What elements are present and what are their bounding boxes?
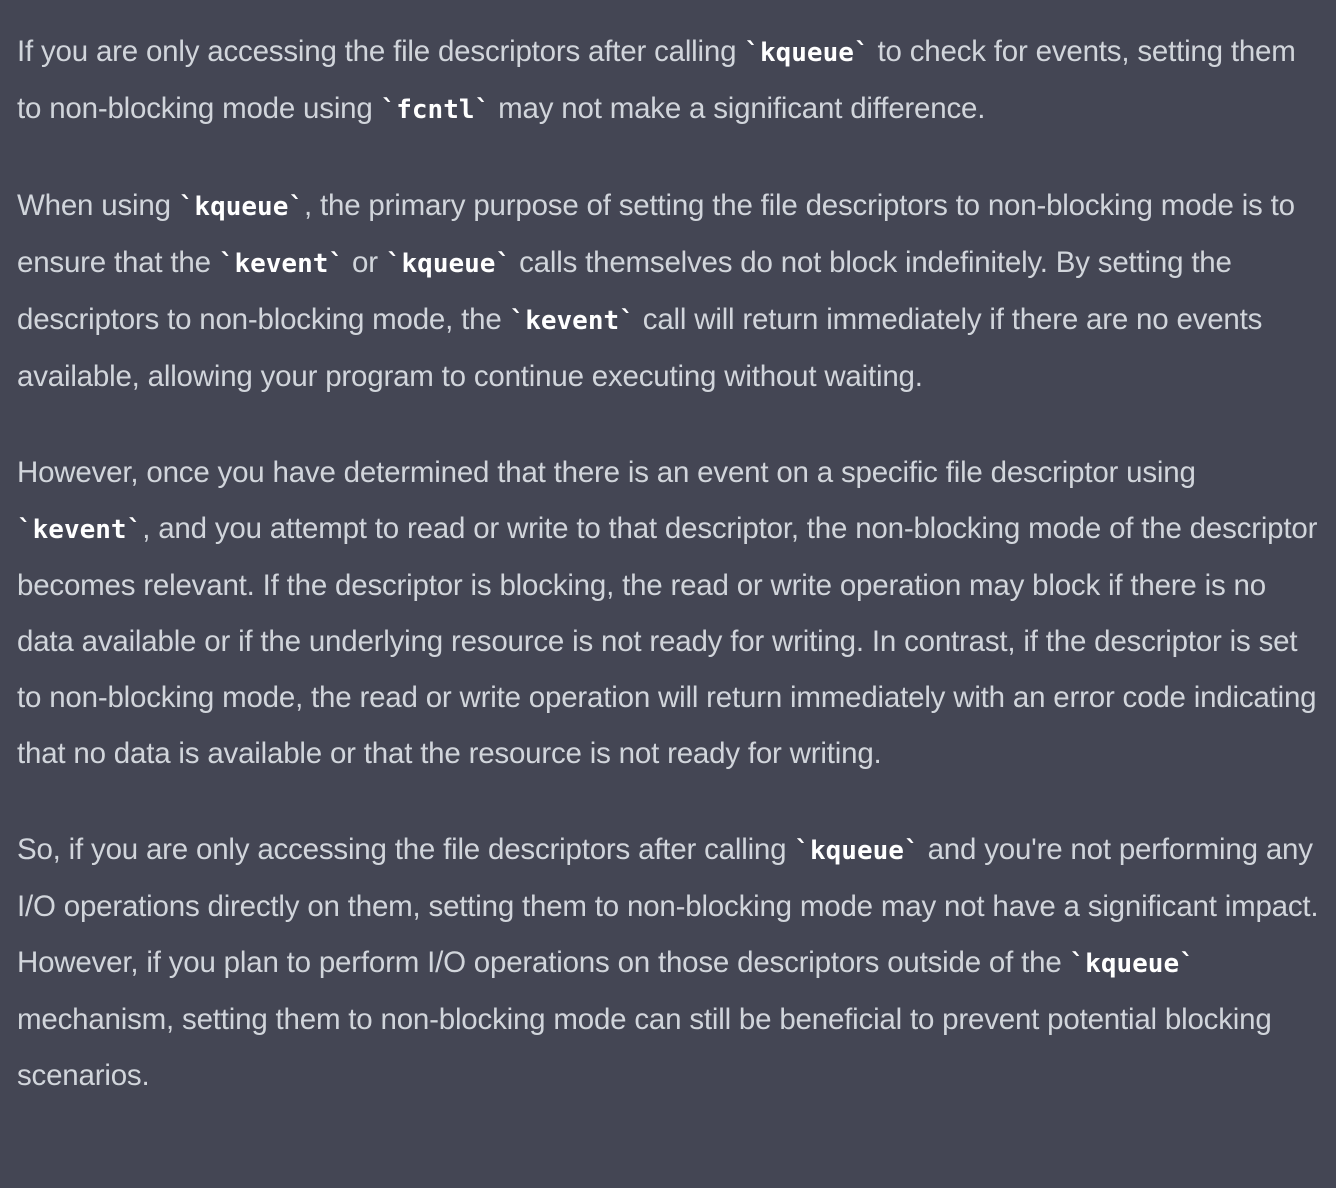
text-segment: However, once you have determined that t… <box>17 456 1196 489</box>
inline-code: `kevent` <box>218 249 345 279</box>
text-segment: , and you attempt to read or write to th… <box>17 512 1318 770</box>
paragraph-4: So, if you are only accessing the file d… <box>17 822 1320 1104</box>
assistant-message: If you are only accessing the file descr… <box>0 0 1336 1188</box>
inline-code: `kevent` <box>17 515 143 545</box>
inline-code: `kqueue` <box>794 836 920 866</box>
inline-code: `kqueue` <box>1069 949 1195 979</box>
inline-code: `kqueue` <box>385 249 512 279</box>
paragraph-3: However, once you have determined that t… <box>17 445 1320 782</box>
text-segment: When using <box>17 189 179 222</box>
inline-code: `kqueue` <box>178 192 305 222</box>
inline-code: `kevent` <box>509 306 635 336</box>
inline-code: `fcntl` <box>380 95 491 125</box>
inline-code: `kqueue` <box>744 38 870 68</box>
text-segment: may not make a significant difference. <box>490 92 986 125</box>
text-segment: So, if you are only accessing the file d… <box>17 833 795 866</box>
text-segment: If you are only accessing the file descr… <box>17 35 745 68</box>
text-segment: or <box>344 246 386 279</box>
text-segment: mechanism, setting them to non-blocking … <box>17 1003 1272 1092</box>
paragraph-2: When using `kqueue`, the primary purpose… <box>17 178 1320 405</box>
paragraph-1: If you are only accessing the file descr… <box>17 24 1320 138</box>
